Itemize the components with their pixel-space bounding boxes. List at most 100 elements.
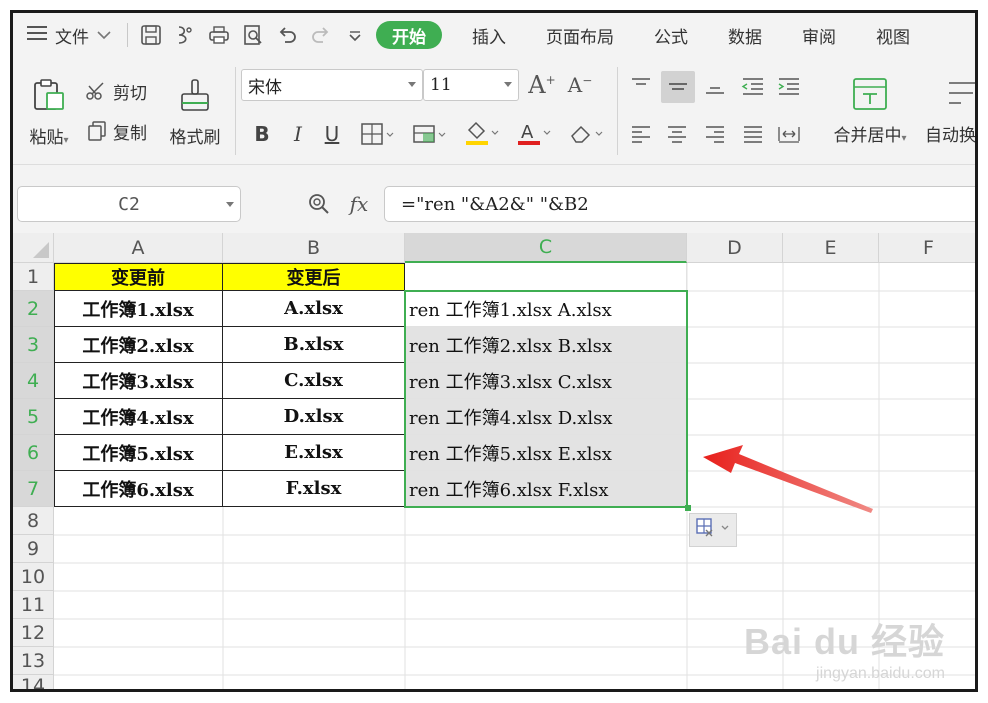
row-header[interactable]: 13 — [13, 647, 54, 675]
align-center-button[interactable] — [661, 119, 693, 149]
borders-button[interactable] — [357, 119, 399, 149]
tab-review[interactable]: 审阅 — [782, 13, 856, 57]
align-right-button[interactable] — [699, 119, 731, 149]
format-painter-icon — [178, 77, 212, 113]
name-box[interactable]: C2 — [17, 186, 241, 222]
increase-indent-button[interactable] — [773, 71, 805, 101]
insert-function-button[interactable]: fx — [343, 190, 375, 218]
print-icon[interactable] — [202, 18, 236, 52]
decrease-font-size-button[interactable]: A− — [565, 69, 595, 101]
tab-insert[interactable]: 插入 — [452, 13, 526, 57]
cut-button[interactable]: 剪切 — [85, 77, 147, 105]
row-header[interactable]: 6 — [13, 435, 54, 471]
cell-a2[interactable]: 工作簿1.xlsx — [54, 291, 223, 327]
column-header-f[interactable]: F — [879, 233, 975, 263]
row-header[interactable]: 4 — [13, 363, 54, 399]
cell-c3[interactable]: ren 工作簿2.xlsx B.xlsx — [405, 327, 687, 363]
customize-toolbar-icon[interactable] — [338, 18, 372, 52]
cell-b1[interactable]: 变更后 — [223, 263, 405, 291]
justify-button[interactable] — [737, 119, 769, 149]
cell-a7[interactable]: 工作簿6.xlsx — [54, 471, 223, 507]
decrease-indent-button[interactable] — [737, 71, 769, 101]
copy-button[interactable]: 复制 — [87, 117, 147, 145]
align-middle-button[interactable] — [661, 71, 695, 103]
cell-c2[interactable]: ren 工作簿1.xlsx A.xlsx — [405, 291, 687, 327]
cell-a5[interactable]: 工作簿4.xlsx — [54, 399, 223, 435]
row-header[interactable]: 14 — [13, 675, 54, 689]
increase-font-size-button[interactable]: A+ — [527, 69, 557, 101]
auto-wrap-button[interactable]: 自动换 — [925, 69, 975, 153]
column-header-b[interactable]: B — [223, 233, 405, 263]
align-top-button[interactable] — [625, 71, 657, 101]
align-bottom-button[interactable] — [699, 71, 731, 101]
cell-c7[interactable]: ren 工作簿6.xlsx F.xlsx — [405, 471, 687, 507]
align-left-button[interactable] — [625, 119, 657, 149]
column-header-d[interactable]: D — [687, 233, 783, 263]
output-pdf-icon[interactable] — [168, 18, 202, 52]
font-name-value: 宋体 — [248, 77, 282, 98]
cell-a3[interactable]: 工作簿2.xlsx — [54, 327, 223, 363]
cell-a6[interactable]: 工作簿5.xlsx — [54, 435, 223, 471]
file-menu[interactable]: 文件 — [13, 13, 121, 57]
tab-formulas[interactable]: 公式 — [634, 13, 708, 57]
row-header[interactable]: 8 — [13, 507, 54, 535]
tab-home[interactable]: 开始 — [376, 21, 442, 49]
cell-c1[interactable] — [405, 263, 687, 291]
row-header[interactable]: 10 — [13, 563, 54, 591]
font-color-button[interactable]: A — [513, 117, 555, 149]
row-header[interactable]: 2 — [13, 291, 54, 327]
tab-view[interactable]: 视图 — [856, 13, 930, 57]
cell-b4[interactable]: C.xlsx — [223, 363, 405, 399]
column-header-e[interactable]: E — [783, 233, 879, 263]
cell-a1[interactable]: 变更前 — [54, 263, 223, 291]
font-shrink-icon: A− — [567, 73, 593, 97]
borders-icon — [361, 123, 395, 145]
format-painter-button[interactable]: 格式刷 — [165, 67, 225, 157]
distributed-button[interactable] — [773, 119, 805, 149]
row-header[interactable]: 12 — [13, 619, 54, 647]
row-header[interactable]: 1 — [13, 263, 54, 291]
highlight-color-button[interactable] — [461, 117, 503, 149]
row-header[interactable]: 5 — [13, 399, 54, 435]
redo-icon[interactable] — [304, 18, 338, 52]
column-header-a[interactable]: A — [54, 233, 223, 263]
print-preview-icon[interactable] — [236, 18, 270, 52]
save-icon[interactable] — [134, 18, 168, 52]
bold-button[interactable]: B — [249, 119, 275, 149]
tab-page-layout[interactable]: 页面布局 — [526, 13, 634, 57]
cell-b6[interactable]: E.xlsx — [223, 435, 405, 471]
cell-c5[interactable]: ren 工作簿4.xlsx D.xlsx — [405, 399, 687, 435]
distributed-icon — [778, 127, 800, 143]
cell-c4[interactable]: ren 工作簿3.xlsx C.xlsx — [405, 363, 687, 399]
formula-input[interactable]: ="ren "&A2&" "&B2 — [384, 186, 975, 222]
zoom-formula-button[interactable] — [305, 190, 333, 218]
row-header[interactable]: 3 — [13, 327, 54, 363]
chevron-down-icon — [504, 82, 512, 87]
column-header-c[interactable]: C — [405, 233, 687, 263]
row-header[interactable]: 7 — [13, 471, 54, 507]
font-size-select[interactable]: 11 — [423, 69, 519, 101]
fill-handle[interactable] — [685, 505, 691, 511]
app-window: 文件 开始 插入 页面布局 公式 数据 审阅 视图 粘贴▾ 剪切 复制 格式刷 … — [10, 10, 978, 692]
cell-a4[interactable]: 工作簿3.xlsx — [54, 363, 223, 399]
merge-center-button[interactable]: 合并居中▾ — [825, 69, 915, 153]
cell-fill-style-button[interactable] — [409, 119, 451, 149]
paste-button[interactable]: 粘贴▾ — [23, 67, 75, 157]
select-all-corner[interactable] — [13, 233, 54, 263]
clear-format-button[interactable] — [565, 117, 607, 149]
undo-icon[interactable] — [270, 18, 304, 52]
cell-b3[interactable]: B.xlsx — [223, 327, 405, 363]
cell-b5[interactable]: D.xlsx — [223, 399, 405, 435]
cell-b7[interactable]: F.xlsx — [223, 471, 405, 507]
spreadsheet-grid[interactable]: A B C D E F 1 2 3 4 5 6 7 8 9 10 11 12 1… — [13, 233, 975, 689]
row-header[interactable]: 11 — [13, 591, 54, 619]
tab-data[interactable]: 数据 — [708, 13, 782, 57]
table-top-border — [54, 263, 405, 264]
font-name-select[interactable]: 宋体 — [241, 69, 423, 101]
cell-b2[interactable]: A.xlsx — [223, 291, 405, 327]
underline-button[interactable]: U — [319, 119, 345, 149]
cell-c6[interactable]: ren 工作簿5.xlsx E.xlsx — [405, 435, 687, 471]
cut-label: 剪切 — [113, 83, 147, 104]
row-header[interactable]: 9 — [13, 535, 54, 563]
italic-button[interactable]: I — [285, 119, 311, 149]
